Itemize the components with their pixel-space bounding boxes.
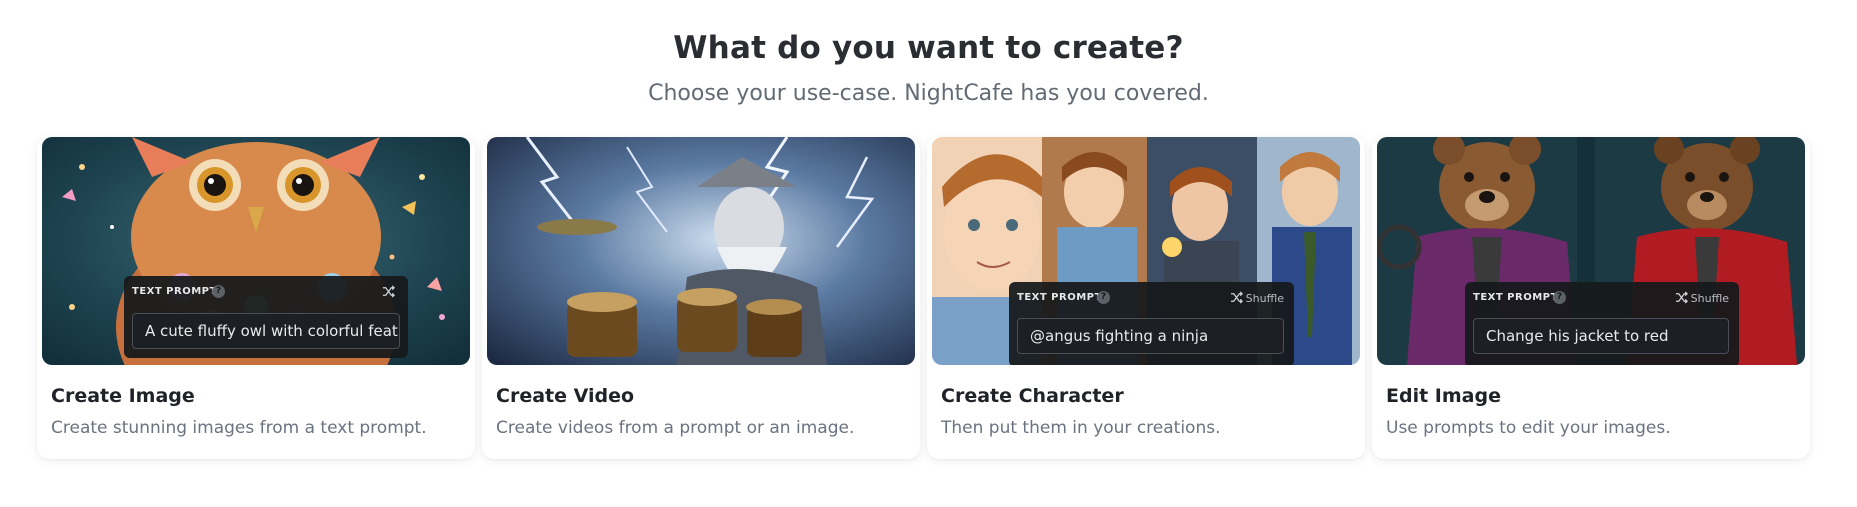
card-create-character[interactable]: TEXT PROMPT ? Shuffle @angus fighting a … (927, 137, 1365, 459)
card-edit-image[interactable]: TEXT PROMPT ? Shuffle Change his jacket … (1372, 137, 1810, 459)
prompt-label: TEXT PROMPT (1473, 292, 1558, 303)
card-description: Then put them in your creations. (941, 418, 1221, 438)
anime-character-collage: TEXT PROMPT ? Shuffle @angus fighting a … (932, 137, 1360, 365)
shuffle-icon (1675, 291, 1688, 304)
use-case-cards: TEXT PROMPT ? A cute fluffy owl with col… (37, 137, 1811, 459)
card-create-image[interactable]: TEXT PROMPT ? A cute fluffy owl with col… (37, 137, 475, 459)
shuffle-label: Shuffle (1245, 292, 1284, 305)
text-prompt-panel: TEXT PROMPT ? Shuffle Change his jacket … (1465, 282, 1739, 365)
help-icon[interactable]: ? (1553, 291, 1566, 304)
card-title: Create Image (51, 385, 195, 407)
prompt-label: TEXT PROMPT (1017, 292, 1102, 303)
video-image (487, 137, 915, 365)
text-prompt-panel: TEXT PROMPT ? Shuffle @angus fighting a … (1009, 282, 1294, 365)
shuffle-label: Shuffle (1690, 292, 1729, 305)
card-title: Create Character (941, 385, 1124, 407)
card-title: Edit Image (1386, 385, 1501, 407)
shuffle-button[interactable]: Shuffle (1675, 291, 1729, 305)
card-description: Create stunning images from a text promp… (51, 418, 427, 438)
wizard-drummer-illustration (487, 137, 915, 365)
card-description: Create videos from a prompt or an image. (496, 418, 855, 438)
teddy-bears-illustration: TEXT PROMPT ? Shuffle Change his jacket … (1377, 137, 1805, 365)
card-title: Create Video (496, 385, 635, 407)
text-prompt-panel: TEXT PROMPT ? A cute fluffy owl with col… (124, 276, 408, 358)
prompt-label: TEXT PROMPT (132, 286, 217, 297)
card-create-video[interactable]: Create Video Create videos from a prompt… (482, 137, 920, 459)
shuffle-button[interactable] (382, 285, 398, 299)
card-description: Use prompts to edit your images. (1386, 418, 1671, 438)
owl-illustration: TEXT PROMPT ? A cute fluffy owl with col… (42, 137, 470, 365)
page-subtitle: Choose your use-case. NightCafe has you … (648, 81, 1209, 106)
shuffle-icon (1230, 291, 1243, 304)
prompt-input[interactable]: Change his jacket to red (1473, 318, 1729, 354)
shuffle-icon (382, 285, 395, 298)
page-title: What do you want to create? (673, 30, 1184, 66)
shuffle-button[interactable]: Shuffle (1230, 291, 1284, 305)
prompt-input[interactable]: A cute fluffy owl with colorful feat... (132, 313, 400, 349)
help-icon[interactable]: ? (212, 285, 225, 298)
prompt-input[interactable]: @angus fighting a ninja (1017, 318, 1284, 354)
help-icon[interactable]: ? (1097, 291, 1110, 304)
